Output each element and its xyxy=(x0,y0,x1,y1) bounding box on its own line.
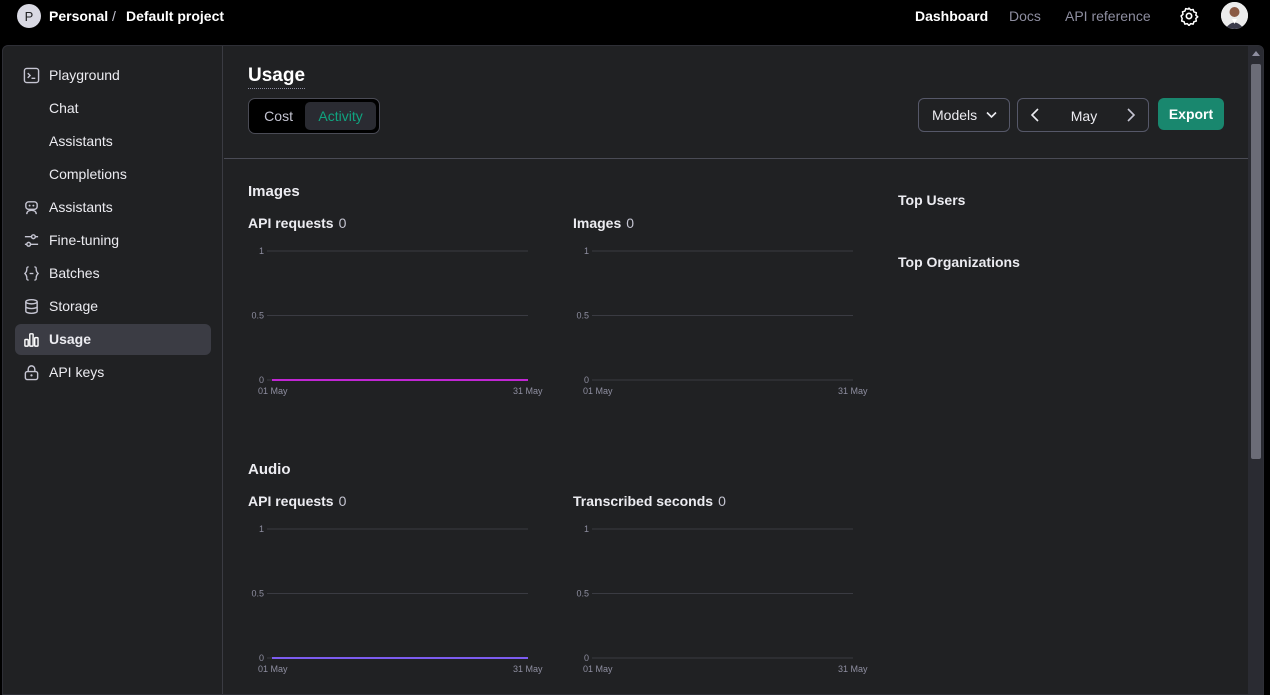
top-users-heading: Top Users xyxy=(898,192,966,208)
images-count-chart: 0 0.5 1 01 May 31 May xyxy=(576,246,868,396)
bar-chart-icon xyxy=(24,333,39,347)
sidebar-item-label: Playground xyxy=(49,67,120,83)
sidebar-item-label: Assistants xyxy=(49,199,113,215)
nav-docs[interactable]: Docs xyxy=(1009,8,1041,24)
org-avatar[interactable]: P xyxy=(17,4,41,28)
sidebar-item-label: API keys xyxy=(49,364,105,380)
robot-icon xyxy=(25,201,38,215)
nav-api-reference[interactable]: API reference xyxy=(1065,8,1151,24)
sidebar-item-usage[interactable]: Usage xyxy=(15,324,211,355)
chevron-right-icon[interactable] xyxy=(1124,107,1138,123)
month-selector: May xyxy=(1017,98,1149,132)
y-tick-label: 0.5 xyxy=(251,311,264,321)
section-title-audio: Audio xyxy=(248,461,291,478)
org-name[interactable]: Personal xyxy=(49,8,108,24)
x-tick-label: 01 May xyxy=(583,386,613,396)
page-title: Usage xyxy=(248,65,306,89)
y-tick-label: 0.5 xyxy=(576,589,589,599)
sidebar-item-playground-assistants[interactable]: Assistants xyxy=(15,126,211,157)
sidebar-item-label: Batches xyxy=(49,265,100,281)
chart-label-images-count: Images 0 xyxy=(573,215,634,231)
database-icon xyxy=(25,298,38,315)
breadcrumb-separator: / xyxy=(112,8,116,24)
images-api-requests-chart: 0 0.5 1 01 May 31 May xyxy=(251,246,543,396)
sidebar-item-completions[interactable]: Completions xyxy=(15,159,211,190)
chart-label-transcribed-seconds: Transcribed seconds 0 xyxy=(573,493,726,509)
sidebar-item-label: Chat xyxy=(49,100,79,116)
sidebar-item-label: Fine-tuning xyxy=(49,232,120,248)
y-tick-label: 1 xyxy=(259,524,264,534)
sidebar-item-assistants[interactable]: Assistants xyxy=(15,192,211,223)
chart-label-audio-api-requests: API requests 0 xyxy=(248,493,346,509)
x-tick-label: 31 May xyxy=(838,386,868,396)
y-tick-label: 0.5 xyxy=(576,311,589,321)
chart-total: 0 xyxy=(338,493,347,509)
y-tick-label: 1 xyxy=(259,246,264,256)
y-tick-label: 1 xyxy=(584,246,589,256)
top-bar: P Personal / Default project Dashboard D… xyxy=(0,0,1270,46)
braces-icon xyxy=(23,266,40,281)
sidebar-item-batches[interactable]: Batches xyxy=(15,258,211,289)
audio-api-requests-chart: 0 0.5 1 01 May 31 May xyxy=(251,524,543,674)
sidebar-item-storage[interactable]: Storage xyxy=(15,291,211,322)
chart-title: API requests xyxy=(248,215,334,231)
chart-total: 0 xyxy=(626,215,635,231)
main-content: Usage Cost Activity Models May Export Im… xyxy=(224,46,1248,694)
scrollbar-thumb[interactable] xyxy=(1251,64,1261,459)
y-tick-label: 0 xyxy=(584,653,589,663)
header-divider xyxy=(224,158,1248,159)
tab-activity[interactable]: Activity xyxy=(305,102,376,130)
sidebar-item-label: Storage xyxy=(49,298,99,314)
sidebar-item-label: Assistants xyxy=(49,133,113,149)
x-tick-label: 31 May xyxy=(513,664,543,674)
lock-icon xyxy=(24,365,39,381)
top-organizations-heading: Top Organizations xyxy=(898,254,1020,270)
chart-title: API requests xyxy=(248,493,334,509)
view-toggle: Cost Activity xyxy=(248,98,380,134)
transcribed-seconds-chart: 0 0.5 1 01 May 31 May xyxy=(576,524,868,674)
export-button[interactable]: Export xyxy=(1158,98,1224,130)
scroll-up-arrow[interactable] xyxy=(1252,51,1260,56)
x-tick-label: 01 May xyxy=(258,664,288,674)
y-tick-label: 0 xyxy=(584,375,589,385)
gear-icon[interactable] xyxy=(1179,6,1199,26)
y-tick-label: 0 xyxy=(259,653,264,663)
chevron-down-icon xyxy=(986,111,997,119)
project-name[interactable]: Default project xyxy=(126,8,224,24)
y-tick-label: 0.5 xyxy=(251,589,264,599)
user-avatar[interactable] xyxy=(1221,2,1248,29)
x-tick-label: 01 May xyxy=(583,664,613,674)
vertical-scrollbar[interactable] xyxy=(1248,46,1263,694)
terminal-icon xyxy=(23,67,40,84)
chart-title: Images xyxy=(573,215,622,231)
section-title-images: Images xyxy=(248,183,300,200)
sidebar: Playground Chat Assistants Completions A… xyxy=(3,46,223,694)
chart-total: 0 xyxy=(338,215,347,231)
sidebar-item-fine-tuning[interactable]: Fine-tuning xyxy=(15,225,211,256)
x-tick-label: 31 May xyxy=(838,664,868,674)
nav-dashboard[interactable]: Dashboard xyxy=(915,8,988,24)
x-tick-label: 31 May xyxy=(513,386,543,396)
tab-cost[interactable]: Cost xyxy=(252,102,305,130)
models-label: Models xyxy=(932,107,978,123)
sidebar-item-playground[interactable]: Playground xyxy=(15,60,211,91)
chart-total: 0 xyxy=(718,493,726,509)
sidebar-item-label: Usage xyxy=(49,331,92,347)
sidebar-item-chat[interactable]: Chat xyxy=(15,93,211,124)
app-frame: Playground Chat Assistants Completions A… xyxy=(2,45,1264,695)
sidebar-item-label: Completions xyxy=(49,166,127,182)
chart-label-images-api-requests: API requests 0 xyxy=(248,215,346,231)
sliders-icon xyxy=(24,234,39,247)
y-tick-label: 1 xyxy=(584,524,589,534)
x-tick-label: 01 May xyxy=(258,386,288,396)
y-tick-label: 0 xyxy=(259,375,264,385)
chart-title: Transcribed seconds xyxy=(573,493,714,509)
sidebar-item-api-keys[interactable]: API keys xyxy=(15,357,211,388)
models-dropdown[interactable]: Models xyxy=(918,98,1010,132)
